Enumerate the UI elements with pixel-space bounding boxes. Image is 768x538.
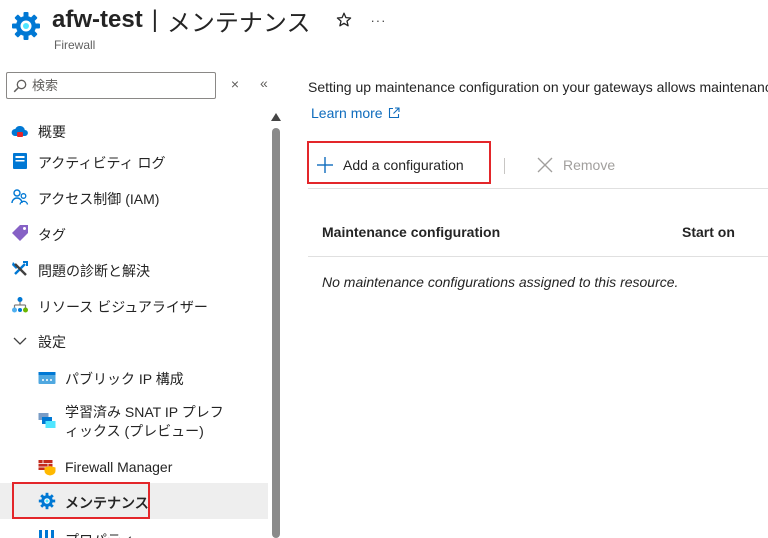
column-header-maintenance-configuration[interactable]: Maintenance configuration [322, 224, 500, 240]
collapse-sidebar-button[interactable]: « [260, 75, 268, 91]
sidebar-item-label: 学習済み SNAT IP プレフ ィックス (プレビュー) [65, 403, 224, 441]
chevron-down-icon [13, 337, 27, 345]
sidebar-item-label-line2: ィックス (プレビュー) [65, 423, 204, 439]
learn-more-label: Learn more [311, 105, 383, 121]
close-icon [537, 157, 553, 173]
favorite-star-icon[interactable] [336, 12, 352, 28]
sidebar-item-resource-visualizer[interactable]: リソース ビジュアライザー [0, 290, 268, 320]
hierarchy-icon [12, 297, 28, 313]
sidebar-item-label: リソース ビジュアライザー [38, 299, 208, 315]
public-ip-icon [38, 372, 56, 384]
sidebar-group-settings[interactable]: 設定 [0, 326, 268, 356]
sidebar-item-diagnose[interactable]: 問題の診断と解決 [0, 254, 268, 284]
column-header-start-on[interactable]: Start on [682, 224, 735, 240]
wrench-icon [12, 261, 28, 276]
more-options-button[interactable]: ··· [370, 13, 386, 28]
table-header-divider [308, 256, 768, 257]
sidebar-item-activity-log[interactable]: アクティビティ ログ [0, 146, 268, 176]
remove-label: Remove [563, 157, 616, 173]
sidebar-item-tags[interactable]: タグ [0, 218, 268, 248]
highlight-maintenance [12, 482, 150, 519]
clear-search-button[interactable]: × [228, 76, 242, 92]
sidebar-item-label: タグ [38, 227, 66, 243]
sidebar: × « 概要 アクティビティ ログ アクセス制御 (IAM) [0, 60, 288, 538]
firewall-manager-icon [38, 460, 56, 476]
sidebar-item-label: Firewall Manager [65, 459, 173, 475]
properties-icon [39, 530, 54, 538]
people-icon [11, 189, 29, 205]
sidebar-item-properties[interactable]: プロパティ [0, 524, 268, 538]
page-title: メンテナンス [166, 9, 311, 37]
toolbar-divider [308, 188, 768, 189]
cloud-icon [11, 125, 28, 137]
main-content: Setting up maintenance configuration on … [288, 60, 768, 538]
remove-button[interactable]: Remove [536, 156, 615, 174]
title-separator: | [151, 6, 158, 33]
sidebar-item-firewall-manager[interactable]: Firewall Manager [0, 452, 268, 482]
maintenance-description: Setting up maintenance configuration on … [308, 79, 768, 95]
tag-icon [12, 225, 28, 241]
sidebar-item-label-line1: 学習済み SNAT IP プレフ [65, 404, 224, 420]
search-icon [13, 79, 27, 92]
title-row: afw-test | メンテナンス ··· [52, 4, 386, 37]
learn-more-link[interactable]: Learn more [311, 105, 400, 121]
resource-type: Firewall [54, 38, 96, 52]
sidebar-item-label: 問題の診断と解決 [38, 263, 150, 279]
snat-icon [38, 413, 56, 428]
sidebar-item-label: アクティビティ ログ [38, 155, 166, 171]
sidebar-item-public-ip[interactable]: パブリック IP 構成 [0, 362, 268, 392]
gear-icon [12, 12, 40, 40]
sidebar-item-overview[interactable]: 概要 [0, 116, 268, 146]
sidebar-item-label: 設定 [38, 334, 66, 350]
sidebar-item-label: 概要 [38, 124, 66, 140]
search-input[interactable] [32, 78, 202, 93]
sidebar-item-access-control[interactable]: アクセス制御 (IAM) [0, 182, 268, 212]
scroll-up-arrow[interactable] [271, 113, 281, 121]
empty-table-message: No maintenance configurations assigned t… [322, 274, 679, 290]
activity-log-icon [13, 153, 27, 169]
highlight-add-configuration [307, 141, 491, 184]
sidebar-item-label: アクセス制御 (IAM) [38, 191, 160, 207]
sidebar-item-label: プロパティ [65, 530, 134, 538]
resource-name: afw-test [52, 6, 143, 33]
search-box[interactable] [6, 72, 216, 99]
scroll-thumb[interactable] [272, 128, 280, 538]
toolbar-separator [504, 158, 505, 174]
sidebar-item-learned-snat[interactable]: 学習済み SNAT IP プレフ ィックス (プレビュー) [0, 398, 268, 446]
external-link-icon [388, 107, 400, 119]
page-header: afw-test | メンテナンス ··· Firewall [0, 0, 768, 60]
sidebar-item-label: パブリック IP 構成 [65, 371, 184, 387]
